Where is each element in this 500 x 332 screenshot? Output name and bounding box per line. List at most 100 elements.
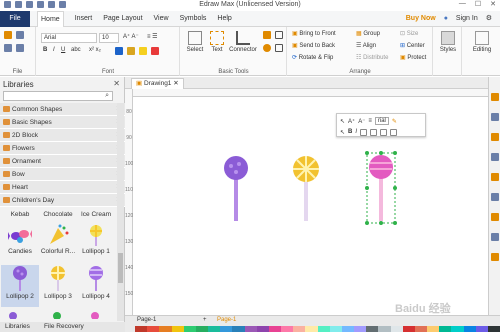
align-text-icon[interactable]: ≡ — [368, 118, 372, 124]
font-grow-icon[interactable]: A⁺ A⁻ — [123, 33, 139, 40]
format-painter-icon[interactable]: ✎ — [392, 118, 397, 125]
library-category-bow[interactable]: Bow✕ — [0, 168, 125, 181]
bring-to-front-button[interactable]: ▣ Bring to Front — [292, 30, 336, 37]
text-button[interactable]: Text — [206, 29, 228, 63]
library-category-ornament[interactable]: Ornament✕ — [0, 155, 125, 168]
rectangle-icon[interactable] — [263, 31, 271, 39]
tab-page-layout[interactable]: Page Layout — [103, 11, 142, 28]
minimize-button[interactable]: — — [459, 0, 466, 8]
close-tab-icon[interactable]: ✕ — [173, 80, 178, 87]
shape-ice-cream[interactable]: Ice Cream — [77, 211, 115, 223]
copy-icon[interactable] — [4, 44, 12, 52]
align-button[interactable]: ☰ Align — [356, 42, 376, 49]
note-panel-icon[interactable] — [491, 233, 499, 241]
library-category-common-shapes[interactable]: Common Shapes✕ — [0, 103, 125, 116]
font-family-select[interactable]: Arial — [41, 33, 97, 43]
add-page-button[interactable]: + — [203, 317, 207, 323]
image-panel-icon[interactable] — [491, 153, 499, 161]
protect-button[interactable]: ▣ Protect — [400, 54, 426, 61]
underline-icon[interactable]: U — [61, 47, 65, 53]
list-icon[interactable] — [115, 47, 123, 55]
shadow-panel-icon[interactable] — [491, 133, 499, 141]
search-icon[interactable]: ⌕ — [105, 92, 109, 100]
hyperlink-panel-icon[interactable] — [491, 193, 499, 201]
library-category-basic-shapes[interactable]: Basic Shapes✕ — [0, 116, 125, 129]
pen-icon[interactable] — [275, 44, 283, 52]
italic-icon[interactable]: I — [53, 47, 55, 53]
shape-chocolate[interactable]: Chocolate — [39, 211, 77, 223]
shape-lollipop-2[interactable]: Lollipop 2 — [1, 265, 39, 307]
tab-help[interactable]: Help — [217, 11, 231, 28]
rotate-flip-button[interactable]: ⟳ Rotate & Flip — [292, 54, 333, 61]
bold-icon[interactable]: B — [43, 47, 47, 53]
attachment-panel-icon[interactable] — [491, 213, 499, 221]
scrollbar-thumb[interactable] — [118, 253, 123, 283]
close-button[interactable]: ✕ — [490, 0, 496, 8]
shape-colorful-ribbon[interactable]: Colorful R... — [39, 224, 77, 264]
comment-panel-icon[interactable] — [491, 253, 499, 261]
strikethrough-icon[interactable]: abc — [71, 47, 81, 53]
library-scrollbar[interactable] — [117, 103, 124, 321]
page-select[interactable]: Page-1 — [137, 317, 156, 323]
select-button[interactable]: Select — [184, 29, 206, 63]
shadow-icon[interactable] — [390, 128, 398, 136]
superscript-icon[interactable]: x² x₂ — [89, 47, 101, 53]
editing-button[interactable]: Editing — [469, 29, 495, 63]
fill-icon[interactable] — [360, 128, 368, 136]
size-button[interactable]: ⊡ Size — [400, 30, 418, 37]
library-category-2d-block[interactable]: 2D Block✕ — [0, 129, 125, 142]
pointer-icon[interactable]: ↖ — [340, 118, 345, 125]
color-palette[interactable] — [135, 326, 500, 332]
tab-view[interactable]: View — [154, 11, 169, 28]
italic-icon[interactable]: I — [355, 129, 357, 135]
shape-lollipop-1[interactable]: Lollipop 1 — [77, 224, 115, 264]
paste-icon[interactable] — [16, 44, 24, 52]
layer-panel-icon[interactable] — [491, 173, 499, 181]
shape-lollipop-4[interactable]: Lollipop 4 — [77, 265, 115, 307]
styles-button[interactable]: Styles — [437, 29, 459, 63]
center-button[interactable]: ⊞ Center — [400, 42, 425, 49]
font-grow-icon[interactable]: A⁺ — [348, 118, 355, 125]
lollipop-yellow-shape[interactable] — [291, 155, 321, 221]
document-tab[interactable]: ▣ Drawing1 ✕ — [131, 78, 184, 89]
line-panel-icon[interactable] — [491, 113, 499, 121]
shape-lollipop-3[interactable]: Lollipop 3 — [39, 265, 77, 307]
shape-kebab[interactable]: Kebab — [1, 211, 39, 223]
font-size-select[interactable]: 10 — [99, 33, 119, 43]
font-color-icon[interactable] — [127, 47, 135, 55]
line-color-icon[interactable] — [370, 128, 378, 136]
font-select[interactable]: rial — [374, 117, 389, 125]
drawing-canvas[interactable]: ↖ A⁺ A⁻ ≡ rial ✎ ↖ B I — [133, 97, 488, 315]
tab-symbols[interactable]: Symbols — [180, 11, 207, 28]
bold-icon[interactable]: B — [348, 129, 352, 135]
format-painter-icon[interactable] — [4, 31, 12, 39]
shape-candies[interactable]: Candies — [1, 224, 39, 264]
font-shrink-icon[interactable]: A⁻ — [358, 118, 365, 125]
distribute-button[interactable]: ☷ Distribute — [356, 54, 388, 61]
send-to-back-button[interactable]: ▣ Send to Back — [292, 42, 335, 49]
lollipop-pink-shape-selected[interactable] — [361, 149, 401, 225]
page-tab-active[interactable]: Page-1 — [217, 317, 236, 323]
ellipse-icon[interactable] — [263, 44, 271, 52]
style-icon[interactable] — [380, 128, 388, 136]
library-category-flowers[interactable]: Flowers✕ — [0, 142, 125, 155]
settings-icon[interactable]: ⚙ — [486, 11, 492, 27]
libraries-close-button[interactable]: ✕ — [113, 79, 120, 88]
cut-icon[interactable] — [16, 31, 24, 39]
file-recovery-tab[interactable]: File Recovery — [44, 323, 84, 330]
fill-panel-icon[interactable] — [491, 93, 499, 101]
sign-in-link[interactable]: Sign In — [456, 11, 478, 27]
sign-in-icon[interactable]: ● — [444, 11, 448, 27]
highlight-icon[interactable] — [139, 47, 147, 55]
tab-insert[interactable]: Insert — [75, 11, 93, 28]
buy-now-link[interactable]: Buy Now — [406, 11, 436, 27]
libraries-tab[interactable]: Libraries — [5, 323, 30, 330]
connector-button[interactable]: Connector — [228, 29, 258, 63]
library-search-input[interactable]: ⌕ — [3, 91, 113, 101]
maximize-button[interactable]: ☐ — [475, 0, 481, 8]
file-menu-button[interactable]: File — [0, 11, 30, 27]
group-button[interactable]: ▦ Group — [356, 30, 380, 37]
lollipop-purple-shape[interactable] — [221, 155, 251, 221]
library-category-childrens-day[interactable]: Children's Day✕ — [0, 194, 125, 207]
library-category-heart[interactable]: Heart✕ — [0, 181, 125, 194]
